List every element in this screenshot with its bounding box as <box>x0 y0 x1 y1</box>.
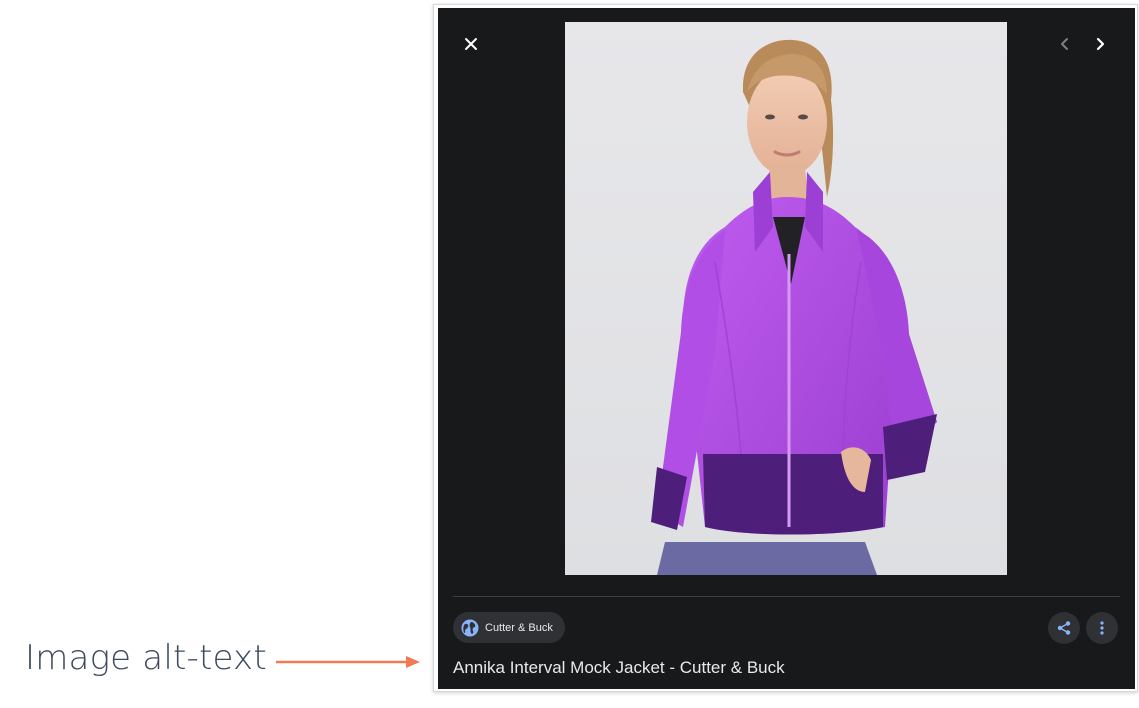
globe-icon <box>461 619 479 637</box>
annotation-label: Image alt-text <box>25 638 267 678</box>
image-alt-text-caption[interactable]: Annika Interval Mock Jacket - Cutter & B… <box>453 658 785 678</box>
image-viewer-panel: Cutter & Buck Annika Interval Mock Jacke… <box>438 8 1135 689</box>
share-button[interactable] <box>1048 612 1080 644</box>
source-chip[interactable]: Cutter & Buck <box>453 612 565 643</box>
chevron-right-icon <box>1096 37 1105 51</box>
screenshot-stage: Image alt-text Cutter & Buck Annika Inte… <box>0 0 1139 708</box>
annotation-arrow <box>276 656 420 668</box>
more-vert-icon <box>1100 621 1104 635</box>
image-viewer-frame: Cutter & Buck Annika Interval Mock Jacke… <box>433 4 1138 692</box>
close-icon <box>465 38 477 50</box>
product-image[interactable] <box>565 22 1007 575</box>
previous-image-button[interactable] <box>1051 30 1079 58</box>
divider <box>453 596 1120 597</box>
close-button[interactable] <box>457 30 485 58</box>
jacket-model-illustration <box>651 39 937 575</box>
share-icon <box>1057 621 1071 635</box>
source-name: Cutter & Buck <box>485 621 553 634</box>
chevron-left-icon <box>1061 38 1068 50</box>
next-image-button[interactable] <box>1086 30 1114 58</box>
more-options-button[interactable] <box>1086 612 1118 644</box>
